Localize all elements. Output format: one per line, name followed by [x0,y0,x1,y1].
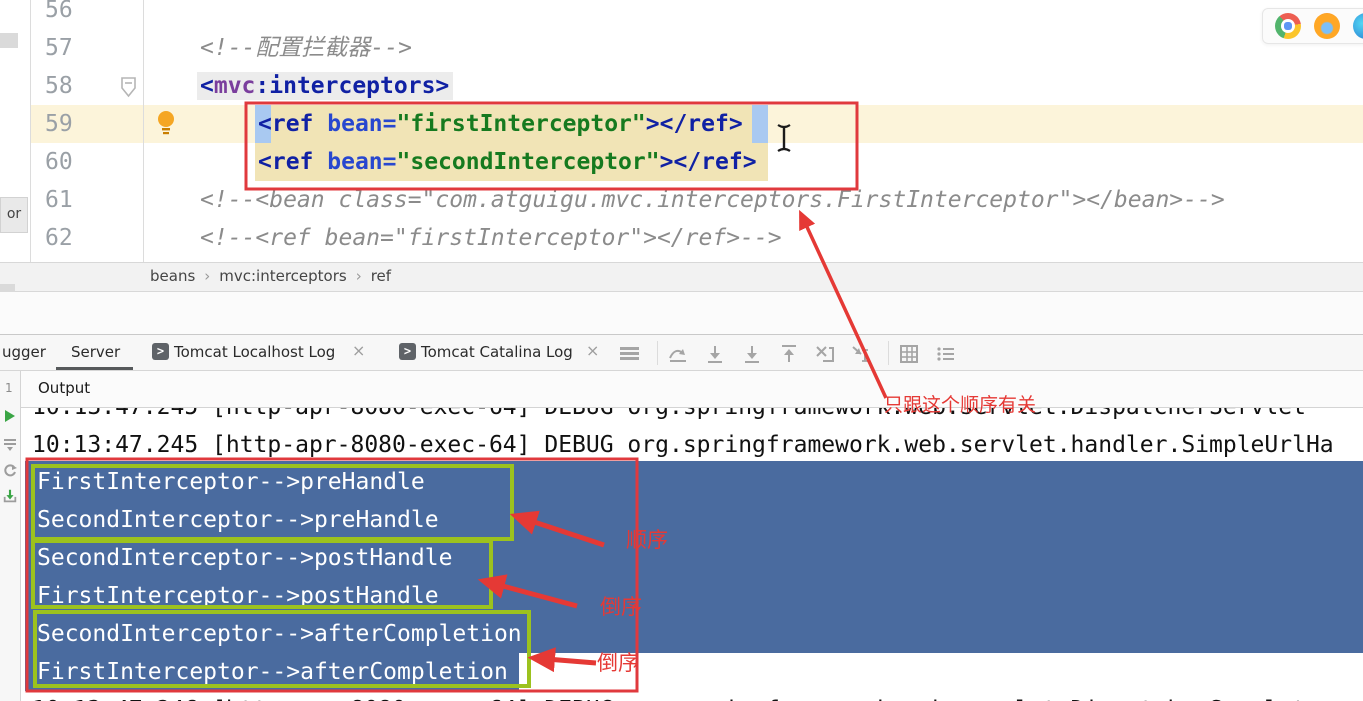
editor-line-56: 56 [0,0,1363,29]
code-text: <ref bean="secondInterceptor"></ref> [258,149,757,175]
line-number: 56 [45,0,73,23]
down-arrow-bar-icon-2[interactable] [740,342,764,366]
close-icon[interactable]: × [586,341,599,360]
open-in-browser-popup [1262,8,1363,44]
chrome-icon[interactable] [1275,13,1301,39]
tab-tomcat-localhost-log[interactable]: Tomcat Localhost Log [174,343,335,361]
line-number: 59 [45,111,73,137]
editor-line-60: 60 <ref bean="secondInterceptor"></ref> [0,143,1363,181]
console-selected-line: FirstInterceptor-->afterCompletion [37,659,508,685]
annotation-top-note: 只跟这个顺序有关 [884,394,1037,416]
stack-lines-icon[interactable] [2,436,18,452]
output-tab-label[interactable]: Output [38,379,90,397]
editor-line-61: 61 <!--<bean class="com.atguigu.mvc.inter… [0,181,1363,219]
log-line-clipped: 10:13:47.245 [http-apr-8080-exec-64] DEB… [32,408,1306,426]
gutter-badge: 1 [5,381,13,395]
text-cursor-pointer [777,124,791,152]
log-line-bottom-clipped: 10:13:47.246 [http-apr-8080-exec-64] DEB… [32,691,1306,701]
breadcrumb-item[interactable]: mvc:interceptors [219,267,346,285]
intention-bulb-icon[interactable] [156,110,178,138]
breadcrumb-item[interactable]: beans [150,267,195,285]
editor-line-62: 62 <!--<ref bean="firstInterceptor"></ref… [0,219,1363,257]
close-icon[interactable]: × [352,341,365,360]
console-icon: > [152,343,169,360]
editor-line-57: 57 <!--配置拦截器--> [0,29,1363,67]
scroll-to-end-icon[interactable] [2,488,18,504]
chevron-right-icon: › [355,267,362,285]
console-selected-line: SecondInterceptor-->preHandle [37,507,439,533]
console-output[interactable]: 10:13:47.245 [http-apr-8080-exec-64] DEB… [21,408,1363,701]
line-number: 62 [45,225,73,251]
editor-line-59: 59 <ref bean="firstInterceptor"></ref> [0,105,1363,143]
breadcrumb-bar: beans › mvc:interceptors › ref [0,262,1363,304]
console-selected-line: SecondInterceptor-->postHandle [37,545,453,571]
editor-pane[interactable]: 56 57 <!--配置拦截器--> 58 <mvc:interceptors> 59 <r… [0,0,1363,262]
line-number: 60 [45,149,73,175]
breadcrumb[interactable]: beans › mvc:interceptors › ref [150,267,391,285]
toolbar-divider [888,341,889,365]
log-line: 10:13:47.245 [http-apr-8080-exec-64] DEB… [32,432,1334,458]
soft-wrap-grid-icon[interactable] [897,342,921,366]
code-text: <!--<ref bean="firstInterceptor"></ref>-… [200,225,782,251]
code-text: <mvc:interceptors> [200,73,450,99]
down-arrow-bar-icon[interactable] [703,342,727,366]
line-number: 57 [45,35,73,61]
chevron-right-icon: › [204,267,211,285]
tab-debugger-partial[interactable]: ugger [2,343,46,361]
console-selected-line: SecondInterceptor-->afterCompletion [37,621,522,647]
toolwindow-stripe-fragment[interactable]: or [0,197,28,233]
code-text: <ref bean="firstInterceptor"></ref> [258,111,743,137]
run-toolwindow-tabbar: ugger Server > Tomcat Localhost Log × > … [0,334,1363,371]
editor-line-58: 58 <mvc:interceptors> [0,67,1363,105]
console-left-toolbar: 1 [0,371,21,701]
up-arrow-bar-icon[interactable] [777,342,801,366]
splitter-band[interactable] [0,292,1363,334]
fold-marker-icon[interactable] [119,76,139,100]
annotation-order: 顺序 [626,528,668,552]
output-header: Output [21,371,1363,408]
clear-output-icon[interactable] [813,342,837,366]
ide-screenshot: { "editor": { "lines": [ {"num":"56","in… [0,0,1363,701]
breadcrumb-item[interactable]: ref [371,267,391,285]
annotation-reverse-1: 倒序 [600,595,642,619]
line-number: 61 [45,187,73,213]
console-selected-line: FirstInterceptor-->postHandle [37,583,439,609]
toolbar-divider [657,341,658,365]
restore-layout-icon[interactable] [2,463,18,479]
line-number: 58 [45,73,73,99]
skip-arrow-icon[interactable] [666,342,690,366]
hamburger-menu-icon[interactable] [620,347,639,360]
code-text: <!--配置拦截器--> [200,35,412,61]
code-text: <!--<bean class="com.atguigu.mvc.interce… [200,187,1225,213]
tab-tomcat-catalina-log[interactable]: Tomcat Catalina Log [421,343,573,361]
edge-icon[interactable] [1353,13,1363,39]
scroll-to-caret-icon[interactable] [849,342,873,366]
filter-lines-icon[interactable] [934,342,958,366]
annotation-reverse-2: 倒序 [597,651,639,675]
console-icon: > [399,343,416,360]
console-selected-line: FirstInterceptor-->preHandle [37,469,425,495]
active-tab-underline [56,367,133,370]
tab-server[interactable]: Server [71,343,120,361]
rerun-icon[interactable] [2,408,18,424]
firefox-icon[interactable] [1314,13,1340,39]
